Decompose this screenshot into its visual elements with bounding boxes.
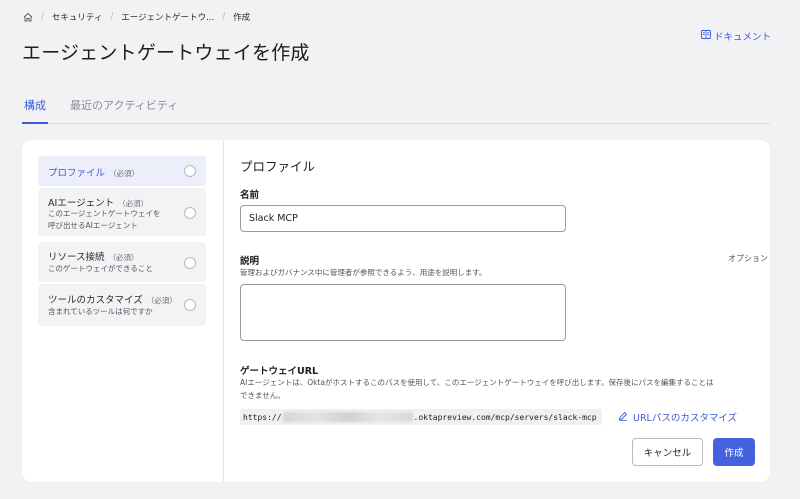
documentation-link[interactable]: ドキュメント: [701, 29, 771, 43]
tab-recent-activity[interactable]: 最近のアクティビティ: [68, 94, 180, 124]
tab-bar: 構成 最近のアクティビティ: [22, 94, 770, 124]
step-description: このゲートウェイができること: [48, 264, 153, 273]
step-title: AIエージェント （必須）: [48, 198, 149, 209]
create-button[interactable]: 作成: [713, 438, 755, 466]
step-status-circle-icon: [184, 207, 196, 219]
wizard-card: プロファイル （必須） AIエージェント （必須） このエージェントゲートウェイを …: [22, 140, 770, 482]
section-title: プロファイル: [240, 159, 316, 174]
breadcrumb-separator: /: [222, 12, 226, 22]
name-label: 名前: [240, 190, 260, 201]
step-profile[interactable]: プロファイル （必須）: [38, 156, 206, 186]
step-ai-agent[interactable]: AIエージェント （必須） このエージェントゲートウェイを 呼び出せるAIエージェ…: [38, 188, 206, 236]
description-help: 管理およびガバナンス中に管理者が参照できるよう、用途を説明します。: [240, 268, 487, 277]
redacted-subdomain: [282, 412, 413, 422]
breadcrumb-item-agent-gateway[interactable]: エージェントゲートウ...: [121, 11, 214, 23]
step-status-circle-icon: [184, 299, 196, 311]
pencil-icon: [618, 411, 628, 424]
gateway-url-label: ゲートウェイURL: [240, 366, 319, 377]
customize-url-path-link[interactable]: URLパスのカスタマイズ: [618, 410, 737, 424]
gateway-url-help: AIエージェントは、Oktaがホストするこのパスを使用して、このエージェントゲー…: [240, 378, 714, 400]
step-title: プロファイル （必須）: [48, 168, 140, 179]
home-icon[interactable]: [23, 12, 33, 22]
documentation-link-label: ドキュメント: [714, 32, 772, 43]
step-list: プロファイル （必須） AIエージェント （必須） このエージェントゲートウェイを …: [22, 140, 224, 482]
tab-configuration[interactable]: 構成: [22, 94, 48, 124]
breadcrumb-item-security[interactable]: セキュリティ: [52, 11, 103, 23]
step-tool-customization[interactable]: ツールのカスタマイズ （必須） 含まれているツールは何ですか: [38, 284, 206, 326]
optional-label: オプション: [728, 254, 768, 263]
step-resource-connection[interactable]: リソース接続 （必須） このゲートウェイができること: [38, 242, 206, 282]
breadcrumb-item-create: 作成: [233, 13, 251, 23]
step-description: このエージェントゲートウェイを 呼び出せるAIエージェント: [48, 209, 161, 230]
book-icon: [701, 30, 711, 42]
step-description: 含まれているツールは何ですか: [48, 307, 153, 316]
step-title: リソース接続 （必須）: [48, 252, 139, 263]
breadcrumb-separator: /: [110, 12, 114, 22]
gateway-url-value: https://.oktapreview.com/mcp/servers/sla…: [240, 409, 602, 425]
cancel-button[interactable]: キャンセル: [632, 438, 703, 466]
page-title: エージェントゲートウェイを作成: [22, 42, 310, 64]
step-title: ツールのカスタマイズ （必須）: [48, 295, 177, 306]
profile-form: プロファイル 名前 説明 オプション 管理およびガバナンス中に管理者が参照できる…: [240, 140, 768, 482]
breadcrumb: / セキュリティ / エージェントゲートウ... / 作成: [23, 11, 250, 23]
breadcrumb-separator: /: [41, 12, 44, 22]
step-status-circle-icon: [184, 165, 196, 177]
description-label: 説明: [240, 256, 260, 267]
customize-url-path-label: URLパスのカスタマイズ: [633, 413, 738, 424]
description-textarea[interactable]: [240, 284, 566, 341]
name-input[interactable]: [240, 205, 566, 232]
step-status-circle-icon: [184, 257, 196, 269]
